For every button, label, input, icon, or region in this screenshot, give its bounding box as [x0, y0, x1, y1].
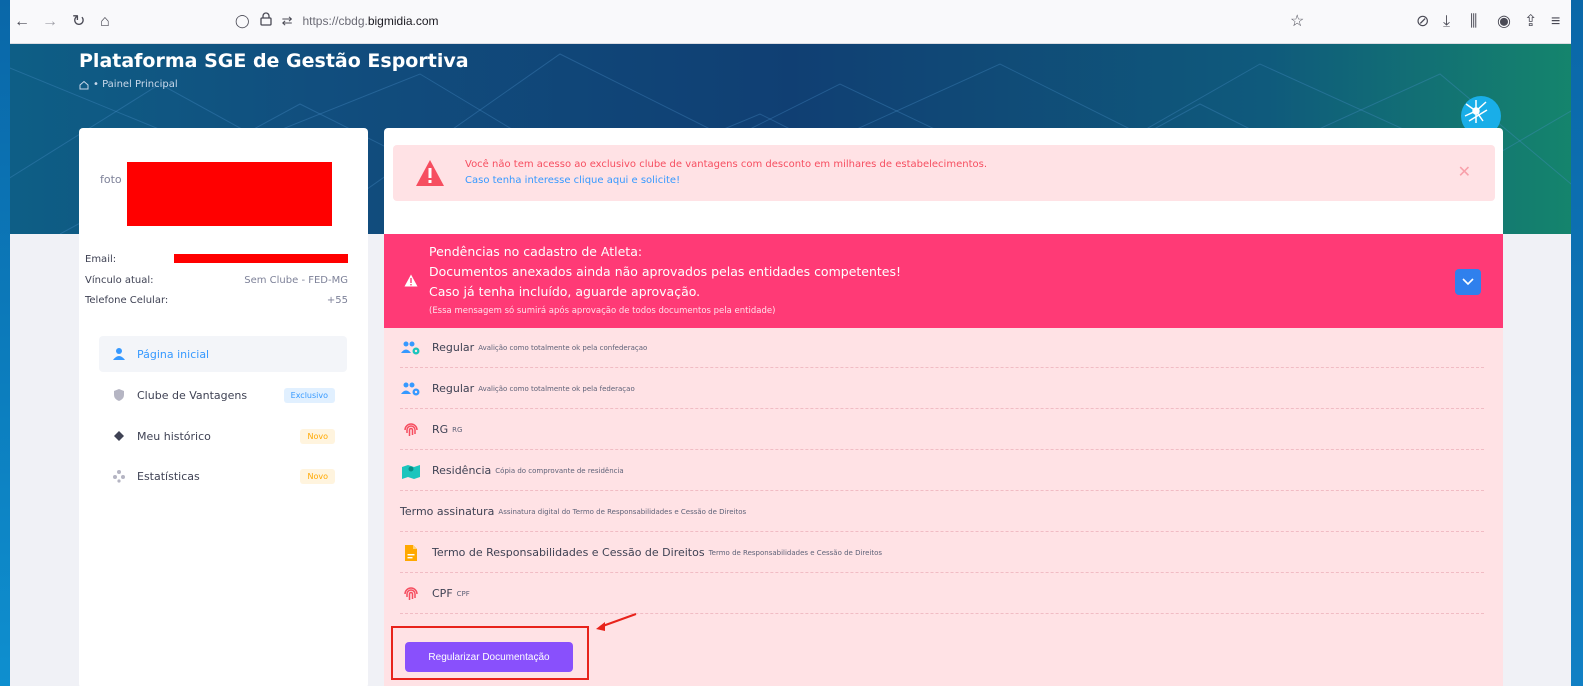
shield-icon: ◯ — [235, 12, 250, 28]
close-icon[interactable]: ✕ — [1458, 162, 1471, 182]
download-icon[interactable]: ⤓ — [1443, 12, 1450, 32]
reload-icon[interactable]: ↻ — [72, 12, 85, 32]
breadcrumb-item-painel[interactable]: • Painel Principal — [93, 79, 178, 90]
permissions-icon[interactable]: ⇄ — [282, 13, 293, 29]
expand-toggle-button[interactable] — [1455, 269, 1481, 295]
pending-title: Pendências no cadastro de Atleta: — [429, 244, 643, 259]
pending-note: (Essa mensagem só sumirá após aprovação … — [429, 306, 776, 316]
share-icon[interactable]: ⇪ — [1524, 12, 1537, 32]
club-access-alert: Você não tem acesso ao exclusivo clube d… — [393, 145, 1495, 201]
breadcrumb[interactable]: • Painel Principal — [79, 79, 178, 90]
chevron-down-icon — [1462, 278, 1474, 286]
users-cog-icon — [400, 340, 422, 356]
document-row[interactable]: Residência Cópia do comprovante de resid… — [400, 451, 1484, 491]
browser-toolbar: ← → ↻ ⌂ ◯ ⇄ https://cbdg.bigmidia.com ☆ … — [0, 0, 1583, 44]
badge-new: Novo — [300, 468, 335, 484]
pdf-file-icon — [400, 544, 422, 562]
document-row[interactable]: Regular Avalição como totalmente ok pela… — [400, 328, 1484, 368]
photo-label: foto — [100, 173, 122, 186]
sidebar-item-home[interactable]: Página inicial — [99, 336, 347, 372]
annotation-arrow-icon — [596, 613, 637, 631]
badge-exclusive: Exclusivo — [283, 387, 335, 403]
club-request-link[interactable]: Caso tenha interesse clique aqui e solic… — [465, 175, 680, 186]
pocket-icon[interactable]: ⊘ — [1416, 12, 1429, 32]
address-bar[interactable]: ◯ ⇄ https://cbdg.bigmidia.com — [235, 12, 439, 29]
page-title: Plataforma SGE de Gestão Esportiva — [79, 50, 469, 72]
menu-icon[interactable]: ≡ — [1551, 12, 1560, 32]
email-row: Email: — [85, 254, 348, 265]
club-alert-text: Você não tem acesso ao exclusivo clube d… — [465, 159, 987, 170]
pending-documents-alert: Pendências no cadastro de Atleta: Docume… — [384, 234, 1503, 328]
annotation-highlight-box — [391, 626, 589, 680]
document-row[interactable]: Regular Avalição como totalmente ok pela… — [400, 369, 1484, 409]
window-frame-left — [0, 0, 10, 686]
home-icon[interactable] — [79, 80, 89, 90]
lock-icon[interactable] — [259, 12, 272, 29]
map-icon — [400, 463, 422, 479]
document-row[interactable]: CPF CPF — [400, 574, 1484, 614]
url-text[interactable]: https://cbdg.bigmidia.com — [302, 14, 438, 28]
profile-card: foto Email: Vínculo atual: Sem Clube - F… — [79, 128, 368, 686]
account-icon[interactable]: ◉ — [1497, 12, 1511, 32]
pending-message: Documentos anexados ainda não aprovados … — [429, 264, 902, 279]
window-frame-right — [1571, 0, 1583, 686]
content-card: Você não tem acesso ao exclusivo clube d… — [384, 128, 1503, 686]
users-cog-icon — [400, 381, 422, 397]
sidebar-item-club[interactable]: Clube de Vantagens Exclusivo — [99, 377, 347, 413]
bookmark-star-icon[interactable]: ☆ — [1290, 12, 1304, 32]
warning-icon — [416, 160, 444, 186]
document-row[interactable]: Termo de Responsabilidades e Cessão de D… — [400, 533, 1484, 573]
stats-icon — [109, 469, 129, 483]
sidebar-item-history[interactable]: Meu histórico Novo — [99, 418, 347, 454]
club-row: Vínculo atual: Sem Clube - FED-MG — [85, 275, 348, 286]
library-icon[interactable]: ⫼ — [1470, 12, 1477, 32]
back-icon[interactable]: ← — [14, 12, 30, 32]
document-row[interactable]: Termo assinatura Assinatura digital do T… — [400, 492, 1484, 532]
diamond-icon — [109, 430, 129, 442]
document-row[interactable]: RG RG — [400, 410, 1484, 450]
pending-wait-message: Caso já tenha incluído, aguarde aprovaçã… — [429, 284, 701, 299]
redacted-name-block — [127, 162, 332, 226]
fingerprint-icon — [400, 585, 422, 603]
warning-icon — [404, 274, 418, 287]
shield-icon — [109, 388, 129, 402]
forward-icon[interactable]: → — [42, 12, 58, 32]
redacted-email — [174, 254, 348, 263]
home-icon[interactable]: ⌂ — [100, 12, 110, 32]
sidebar-item-stats[interactable]: Estatísticas Novo — [99, 458, 347, 494]
phone-row: Telefone Celular: +55 — [85, 295, 348, 306]
user-icon — [109, 347, 129, 361]
fingerprint-icon — [400, 421, 422, 439]
badge-new: Novo — [300, 428, 335, 444]
